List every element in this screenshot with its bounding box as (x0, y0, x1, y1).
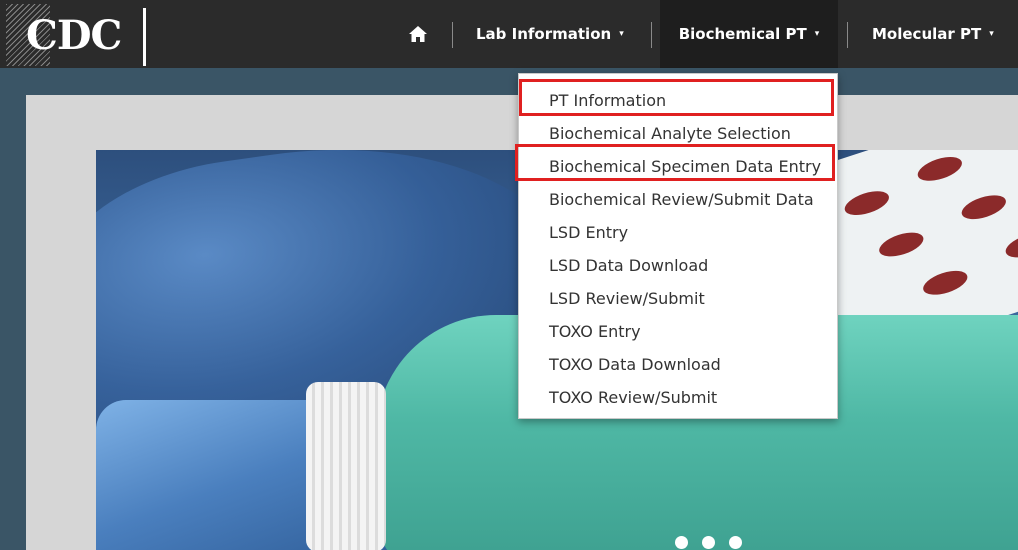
carousel-dot[interactable] (675, 536, 688, 549)
menu-item-biochemical-specimen-data-entry[interactable]: Biochemical Specimen Data Entry (519, 150, 837, 182)
menu-item-pt-information[interactable]: PT Information (519, 84, 837, 116)
menu-item-label: LSD Entry (549, 222, 629, 242)
menu-item-label: Biochemical Analyte Selection (549, 123, 791, 143)
nav-molecular-pt-label: Molecular PT (872, 25, 982, 43)
menu-item-label: PT Information (549, 90, 667, 110)
menu-item-toxo-entry[interactable]: TOXO Entry (519, 315, 837, 347)
nav-lab-information-label: Lab Information (476, 25, 612, 43)
nav-separator (651, 22, 652, 48)
home-icon (409, 26, 427, 42)
menu-item-label: Biochemical Specimen Data Entry (549, 156, 822, 176)
menu-item-toxo-review-submit[interactable]: TOXO Review/Submit (519, 381, 837, 413)
top-navbar: CDC Lab Information ▾ Biochemical PT ▾ M… (0, 0, 1018, 68)
menu-item-label: LSD Review/Submit (549, 288, 705, 308)
chevron-down-icon: ▾ (989, 29, 994, 39)
blood-spot (1002, 228, 1018, 263)
nav-home-link[interactable] (406, 20, 430, 48)
nav-biochemical-pt-label: Biochemical PT (678, 25, 807, 43)
biochemical-pt-dropdown: PT Information Biochemical Analyte Selec… (518, 73, 838, 419)
blood-spot (920, 266, 971, 300)
menu-item-label: LSD Data Download (549, 255, 709, 275)
blood-spot (958, 190, 1009, 224)
nav-lab-information[interactable]: Lab Information ▾ (476, 0, 624, 68)
blood-spot (914, 152, 965, 186)
carousel-indicators (675, 536, 742, 549)
menu-item-toxo-data-download[interactable]: TOXO Data Download (519, 348, 837, 380)
carousel-dot[interactable] (729, 536, 742, 549)
chevron-down-icon: ▾ (619, 29, 624, 39)
nav-separator (452, 22, 453, 48)
menu-item-biochemical-review-submit-data[interactable]: Biochemical Review/Submit Data (519, 183, 837, 215)
nav-biochemical-pt[interactable]: Biochemical PT ▾ (660, 0, 838, 68)
chevron-down-icon: ▾ (814, 29, 820, 39)
nav-molecular-pt[interactable]: Molecular PT ▾ (872, 0, 994, 68)
menu-item-label: Biochemical Review/Submit Data (549, 189, 814, 209)
hero-cuff (306, 382, 386, 550)
carousel-dot[interactable] (702, 536, 715, 549)
menu-item-label: TOXO Data Download (549, 354, 721, 374)
nav-separator (847, 22, 848, 48)
blood-spot (876, 227, 927, 262)
menu-item-lsd-data-download[interactable]: LSD Data Download (519, 249, 837, 281)
nav-menu: Lab Information ▾ Biochemical PT ▾ Molec… (0, 0, 1018, 68)
menu-item-label: TOXO Review/Submit (549, 387, 718, 407)
menu-item-lsd-review-submit[interactable]: LSD Review/Submit (519, 282, 837, 314)
menu-item-biochemical-analyte-selection[interactable]: Biochemical Analyte Selection (519, 117, 837, 149)
menu-item-label: TOXO Entry (549, 321, 641, 341)
blood-spot (841, 186, 892, 220)
menu-item-lsd-entry[interactable]: LSD Entry (519, 216, 837, 248)
